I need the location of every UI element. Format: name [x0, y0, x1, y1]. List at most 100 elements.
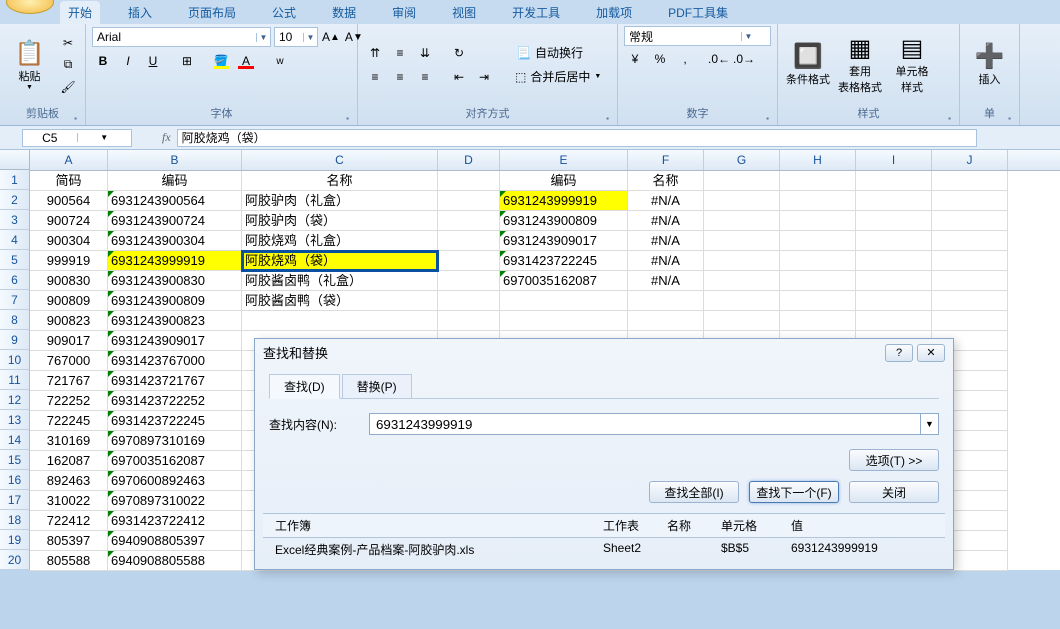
cell[interactable]: 6970897310169 [108, 431, 242, 451]
cell[interactable]: 900564 [30, 191, 108, 211]
find-next-button[interactable]: 查找下一个(F) [749, 481, 839, 503]
cell[interactable]: 722412 [30, 511, 108, 531]
cell[interactable]: 6931423722245 [500, 251, 628, 271]
cell[interactable] [932, 191, 1008, 211]
cell[interactable] [704, 311, 780, 331]
cell[interactable] [856, 251, 932, 271]
row-header[interactable]: 3 [0, 210, 30, 230]
cell[interactable]: 310022 [30, 491, 108, 511]
cell-styles-button[interactable]: ▤单元格 样式 [888, 30, 936, 100]
cell[interactable]: 6931423721767 [108, 371, 242, 391]
phonetic-button[interactable]: w [269, 51, 291, 71]
cell[interactable] [242, 311, 438, 331]
currency-button[interactable]: ¥ [624, 49, 646, 69]
cell[interactable] [780, 191, 856, 211]
cell[interactable]: 6931423767000 [108, 351, 242, 371]
cell[interactable]: 767000 [30, 351, 108, 371]
cell[interactable]: 162087 [30, 451, 108, 471]
cell[interactable]: 名称 [628, 171, 704, 191]
decrease-decimal-button[interactable]: .0→ [733, 49, 755, 69]
cell[interactable]: 6931243900809 [500, 211, 628, 231]
result-row[interactable]: Excel经典案例-产品档案-阿胶驴肉.xls Sheet2 $B$5 6931… [263, 538, 945, 561]
cell[interactable] [704, 231, 780, 251]
cell[interactable] [438, 191, 500, 211]
bold-button[interactable]: B [92, 51, 114, 71]
border-button[interactable]: ⊞ [176, 51, 198, 71]
cell[interactable]: 722252 [30, 391, 108, 411]
cell[interactable] [856, 191, 932, 211]
cell[interactable]: 6970897310022 [108, 491, 242, 511]
font-color-button[interactable]: A [235, 51, 257, 71]
table-format-button[interactable]: ▦套用 表格格式 [836, 30, 884, 100]
orientation-button[interactable]: ↻ [448, 43, 470, 63]
ribbon-tab[interactable]: 页面布局 [180, 1, 244, 24]
find-dropdown[interactable]: ▼ [920, 414, 938, 434]
align-left-button[interactable]: ≡ [364, 67, 386, 87]
indent-increase-button[interactable]: ⇥ [473, 67, 495, 87]
align-top-button[interactable]: ⇈ [364, 43, 386, 63]
cell[interactable] [438, 211, 500, 231]
column-header[interactable]: C [242, 150, 438, 170]
row-header[interactable]: 1 [0, 170, 30, 190]
underline-button[interactable]: U [142, 51, 164, 71]
cell[interactable]: 6931243900564 [108, 191, 242, 211]
align-middle-button[interactable]: ≡ [389, 43, 411, 63]
row-header[interactable]: 10 [0, 350, 30, 370]
row-header[interactable]: 5 [0, 250, 30, 270]
row-header[interactable]: 2 [0, 190, 30, 210]
cell[interactable]: 阿胶烧鸡（礼盒） [242, 231, 438, 251]
italic-button[interactable]: I [117, 51, 139, 71]
cell[interactable] [932, 231, 1008, 251]
cell[interactable] [856, 311, 932, 331]
cell[interactable]: 805588 [30, 551, 108, 571]
cell[interactable]: 900809 [30, 291, 108, 311]
ribbon-tab[interactable]: 审阅 [384, 1, 424, 24]
cell[interactable]: #N/A [628, 231, 704, 251]
cell[interactable]: 阿胶酱卤鸭（礼盒） [242, 271, 438, 291]
cell[interactable] [438, 311, 500, 331]
number-format-combo[interactable]: ▼ [624, 26, 771, 46]
cell[interactable] [932, 211, 1008, 231]
cell[interactable] [704, 271, 780, 291]
cell[interactable]: 909017 [30, 331, 108, 351]
cell[interactable]: 6931243900823 [108, 311, 242, 331]
paste-button[interactable]: 📋 粘贴 ▼ [6, 30, 53, 100]
cell[interactable]: 721767 [30, 371, 108, 391]
cell[interactable] [780, 271, 856, 291]
cell[interactable]: 6970600892463 [108, 471, 242, 491]
row-header[interactable]: 9 [0, 330, 30, 350]
cell[interactable]: 999919 [30, 251, 108, 271]
cell[interactable] [438, 171, 500, 191]
percent-button[interactable]: % [649, 49, 671, 69]
insert-cells-button[interactable]: ➕插入 [966, 30, 1013, 100]
cell[interactable] [780, 211, 856, 231]
fill-color-button[interactable]: 🪣 [210, 51, 232, 71]
ribbon-tab[interactable]: PDF工具集 [660, 1, 736, 24]
cell[interactable]: 6931243999919 [108, 251, 242, 271]
ribbon-tab[interactable]: 加载项 [588, 1, 640, 24]
row-header[interactable]: 16 [0, 470, 30, 490]
row-header[interactable]: 19 [0, 530, 30, 550]
cell[interactable]: #N/A [628, 191, 704, 211]
fx-icon[interactable]: fx [162, 130, 171, 145]
cell[interactable]: 6940908805397 [108, 531, 242, 551]
cell[interactable] [704, 191, 780, 211]
cell[interactable]: 简码 [30, 171, 108, 191]
cell[interactable]: 900823 [30, 311, 108, 331]
options-button[interactable]: 选项(T) >> [849, 449, 939, 471]
cell[interactable]: 6931243900304 [108, 231, 242, 251]
help-button[interactable]: ? [885, 344, 913, 362]
indent-decrease-button[interactable]: ⇤ [448, 67, 470, 87]
chevron-down-icon[interactable]: ▼ [77, 133, 132, 142]
cell[interactable] [856, 291, 932, 311]
column-header[interactable]: G [704, 150, 780, 170]
column-header[interactable]: E [500, 150, 628, 170]
increase-decimal-button[interactable]: .0← [708, 49, 730, 69]
format-painter-button[interactable]: 🖌 [57, 77, 79, 97]
conditional-format-button[interactable]: 🔲条件格式 [784, 30, 832, 100]
row-header[interactable]: 12 [0, 390, 30, 410]
ribbon-tab[interactable]: 视图 [444, 1, 484, 24]
cell[interactable]: 900830 [30, 271, 108, 291]
row-header[interactable]: 14 [0, 430, 30, 450]
ribbon-tab[interactable]: 开发工具 [504, 1, 568, 24]
